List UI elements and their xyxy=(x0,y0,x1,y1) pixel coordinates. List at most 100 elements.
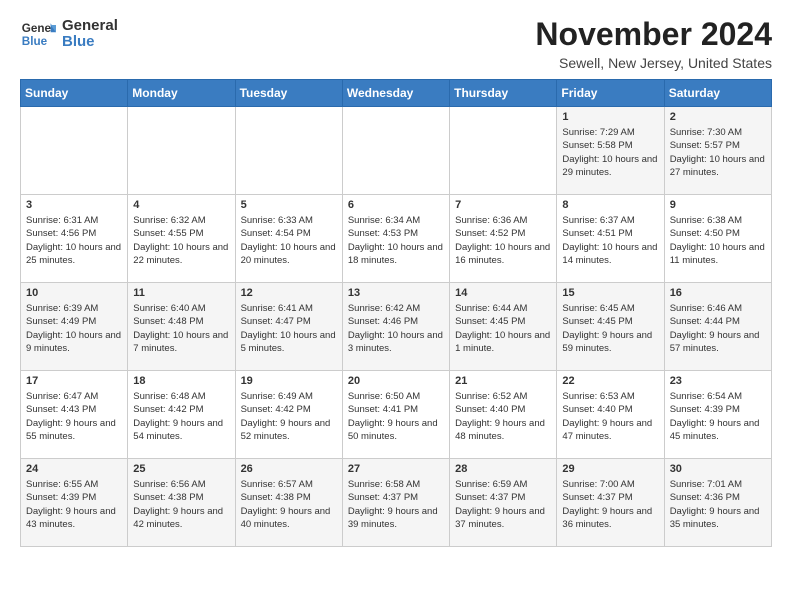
week-row-1: 1 Sunrise: 7:29 AM Sunset: 5:58 PM Daylig… xyxy=(21,107,772,195)
table-row: 9 Sunrise: 6:38 AM Sunset: 4:50 PM Daylig… xyxy=(664,195,771,283)
day-number: 24 xyxy=(26,463,122,475)
day-number: 4 xyxy=(133,199,229,211)
day-number: 18 xyxy=(133,375,229,387)
table-row: 11 Sunrise: 6:40 AM Sunset: 4:48 PM Dayli… xyxy=(128,283,235,371)
day-info: Sunrise: 6:52 AM Sunset: 4:40 PM Dayligh… xyxy=(455,390,551,443)
header: General Blue General Blue November 2024 … xyxy=(20,16,772,71)
table-row: 18 Sunrise: 6:48 AM Sunset: 4:42 PM Dayli… xyxy=(128,371,235,459)
week-row-3: 10Sunrise: 6:39 AM Sunset: 4:49 PM Dayli… xyxy=(21,283,772,371)
day-number: 27 xyxy=(348,463,444,475)
header-day-monday: Monday xyxy=(128,80,235,107)
table-row: 28 Sunrise: 6:59 AM Sunset: 4:37 PM Dayli… xyxy=(450,459,557,547)
day-number: 26 xyxy=(241,463,337,475)
calendar: SundayMondayTuesdayWednesdayThursdayFrid… xyxy=(20,79,772,547)
day-number: 9 xyxy=(670,199,766,211)
day-info: Sunrise: 6:59 AM Sunset: 4:37 PM Dayligh… xyxy=(455,478,551,531)
table-row: 4 Sunrise: 6:32 AM Sunset: 4:55 PM Daylig… xyxy=(128,195,235,283)
table-row: 20 Sunrise: 6:50 AM Sunset: 4:41 PM Dayli… xyxy=(342,371,449,459)
day-number: 16 xyxy=(670,287,766,299)
table-row: 26 Sunrise: 6:57 AM Sunset: 4:38 PM Dayli… xyxy=(235,459,342,547)
day-number: 11 xyxy=(133,287,229,299)
day-number: 19 xyxy=(241,375,337,387)
day-number: 30 xyxy=(670,463,766,475)
logo: General Blue General Blue xyxy=(20,16,118,52)
day-info: Sunrise: 6:54 AM Sunset: 4:39 PM Dayligh… xyxy=(670,390,766,443)
logo-icon: General Blue xyxy=(20,16,56,52)
table-row: 2 Sunrise: 7:30 AM Sunset: 5:57 PM Daylig… xyxy=(664,107,771,195)
day-info: Sunrise: 6:50 AM Sunset: 4:41 PM Dayligh… xyxy=(348,390,444,443)
day-info: Sunrise: 7:00 AM Sunset: 4:37 PM Dayligh… xyxy=(562,478,658,531)
week-row-4: 17Sunrise: 6:47 AM Sunset: 4:43 PM Dayli… xyxy=(21,371,772,459)
table-row: 3Sunrise: 6:31 AM Sunset: 4:56 PM Daylig… xyxy=(21,195,128,283)
day-number: 28 xyxy=(455,463,551,475)
header-row: SundayMondayTuesdayWednesdayThursdayFrid… xyxy=(21,80,772,107)
table-row: 16 Sunrise: 6:46 AM Sunset: 4:44 PM Dayli… xyxy=(664,283,771,371)
title-area: November 2024 Sewell, New Jersey, United… xyxy=(535,16,772,71)
header-day-saturday: Saturday xyxy=(664,80,771,107)
table-row: 10Sunrise: 6:39 AM Sunset: 4:49 PM Dayli… xyxy=(21,283,128,371)
day-number: 23 xyxy=(670,375,766,387)
table-row: 1 Sunrise: 7:29 AM Sunset: 5:58 PM Daylig… xyxy=(557,107,664,195)
day-info: Sunrise: 6:56 AM Sunset: 4:38 PM Dayligh… xyxy=(133,478,229,531)
day-info: Sunrise: 6:41 AM Sunset: 4:47 PM Dayligh… xyxy=(241,302,337,355)
table-row: 27 Sunrise: 6:58 AM Sunset: 4:37 PM Dayli… xyxy=(342,459,449,547)
day-info: Sunrise: 6:37 AM Sunset: 4:51 PM Dayligh… xyxy=(562,214,658,267)
day-number: 20 xyxy=(348,375,444,387)
table-row: 5Sunrise: 6:33 AM Sunset: 4:54 PM Daylig… xyxy=(235,195,342,283)
day-info: Sunrise: 6:48 AM Sunset: 4:42 PM Dayligh… xyxy=(133,390,229,443)
table-row: 22Sunrise: 6:53 AM Sunset: 4:40 PM Dayli… xyxy=(557,371,664,459)
header-day-tuesday: Tuesday xyxy=(235,80,342,107)
day-info: Sunrise: 7:30 AM Sunset: 5:57 PM Dayligh… xyxy=(670,126,766,179)
header-day-thursday: Thursday xyxy=(450,80,557,107)
day-number: 13 xyxy=(348,287,444,299)
day-number: 6 xyxy=(348,199,444,211)
day-info: Sunrise: 6:57 AM Sunset: 4:38 PM Dayligh… xyxy=(241,478,337,531)
day-info: Sunrise: 7:01 AM Sunset: 4:36 PM Dayligh… xyxy=(670,478,766,531)
day-info: Sunrise: 6:38 AM Sunset: 4:50 PM Dayligh… xyxy=(670,214,766,267)
table-row xyxy=(235,107,342,195)
month-title: November 2024 xyxy=(535,16,772,53)
table-row: 30 Sunrise: 7:01 AM Sunset: 4:36 PM Dayli… xyxy=(664,459,771,547)
table-row xyxy=(21,107,128,195)
day-info: Sunrise: 6:42 AM Sunset: 4:46 PM Dayligh… xyxy=(348,302,444,355)
table-row: 23 Sunrise: 6:54 AM Sunset: 4:39 PM Dayli… xyxy=(664,371,771,459)
table-row xyxy=(128,107,235,195)
day-number: 12 xyxy=(241,287,337,299)
calendar-header: SundayMondayTuesdayWednesdayThursdayFrid… xyxy=(21,80,772,107)
day-info: Sunrise: 6:34 AM Sunset: 4:53 PM Dayligh… xyxy=(348,214,444,267)
day-info: Sunrise: 6:46 AM Sunset: 4:44 PM Dayligh… xyxy=(670,302,766,355)
day-info: Sunrise: 6:31 AM Sunset: 4:56 PM Dayligh… xyxy=(26,214,122,267)
day-info: Sunrise: 6:58 AM Sunset: 4:37 PM Dayligh… xyxy=(348,478,444,531)
day-number: 2 xyxy=(670,111,766,123)
table-row: 12 Sunrise: 6:41 AM Sunset: 4:47 PM Dayli… xyxy=(235,283,342,371)
table-row: 8 Sunrise: 6:37 AM Sunset: 4:51 PM Daylig… xyxy=(557,195,664,283)
day-info: Sunrise: 6:44 AM Sunset: 4:45 PM Dayligh… xyxy=(455,302,551,355)
table-row: 14Sunrise: 6:44 AM Sunset: 4:45 PM Dayli… xyxy=(450,283,557,371)
table-row: 29Sunrise: 7:00 AM Sunset: 4:37 PM Dayli… xyxy=(557,459,664,547)
day-number: 1 xyxy=(562,111,658,123)
day-number: 10 xyxy=(26,287,122,299)
header-day-wednesday: Wednesday xyxy=(342,80,449,107)
table-row: 17Sunrise: 6:47 AM Sunset: 4:43 PM Dayli… xyxy=(21,371,128,459)
day-info: Sunrise: 6:55 AM Sunset: 4:39 PM Dayligh… xyxy=(26,478,122,531)
calendar-body: 1 Sunrise: 7:29 AM Sunset: 5:58 PM Daylig… xyxy=(21,107,772,547)
day-number: 5 xyxy=(241,199,337,211)
svg-text:Blue: Blue xyxy=(22,35,48,48)
day-number: 8 xyxy=(562,199,658,211)
logo-general: General xyxy=(62,18,118,35)
header-day-sunday: Sunday xyxy=(21,80,128,107)
day-number: 25 xyxy=(133,463,229,475)
table-row: 6 Sunrise: 6:34 AM Sunset: 4:53 PM Daylig… xyxy=(342,195,449,283)
day-info: Sunrise: 7:29 AM Sunset: 5:58 PM Dayligh… xyxy=(562,126,658,179)
week-row-5: 24 Sunrise: 6:55 AM Sunset: 4:39 PM Dayli… xyxy=(21,459,772,547)
table-row: 19Sunrise: 6:49 AM Sunset: 4:42 PM Dayli… xyxy=(235,371,342,459)
day-info: Sunrise: 6:40 AM Sunset: 4:48 PM Dayligh… xyxy=(133,302,229,355)
day-info: Sunrise: 6:32 AM Sunset: 4:55 PM Dayligh… xyxy=(133,214,229,267)
day-info: Sunrise: 6:36 AM Sunset: 4:52 PM Dayligh… xyxy=(455,214,551,267)
day-number: 17 xyxy=(26,375,122,387)
table-row: 24 Sunrise: 6:55 AM Sunset: 4:39 PM Dayli… xyxy=(21,459,128,547)
day-info: Sunrise: 6:53 AM Sunset: 4:40 PM Dayligh… xyxy=(562,390,658,443)
logo-blue: Blue xyxy=(62,34,118,51)
week-row-2: 3Sunrise: 6:31 AM Sunset: 4:56 PM Daylig… xyxy=(21,195,772,283)
table-row: 7Sunrise: 6:36 AM Sunset: 4:52 PM Daylig… xyxy=(450,195,557,283)
